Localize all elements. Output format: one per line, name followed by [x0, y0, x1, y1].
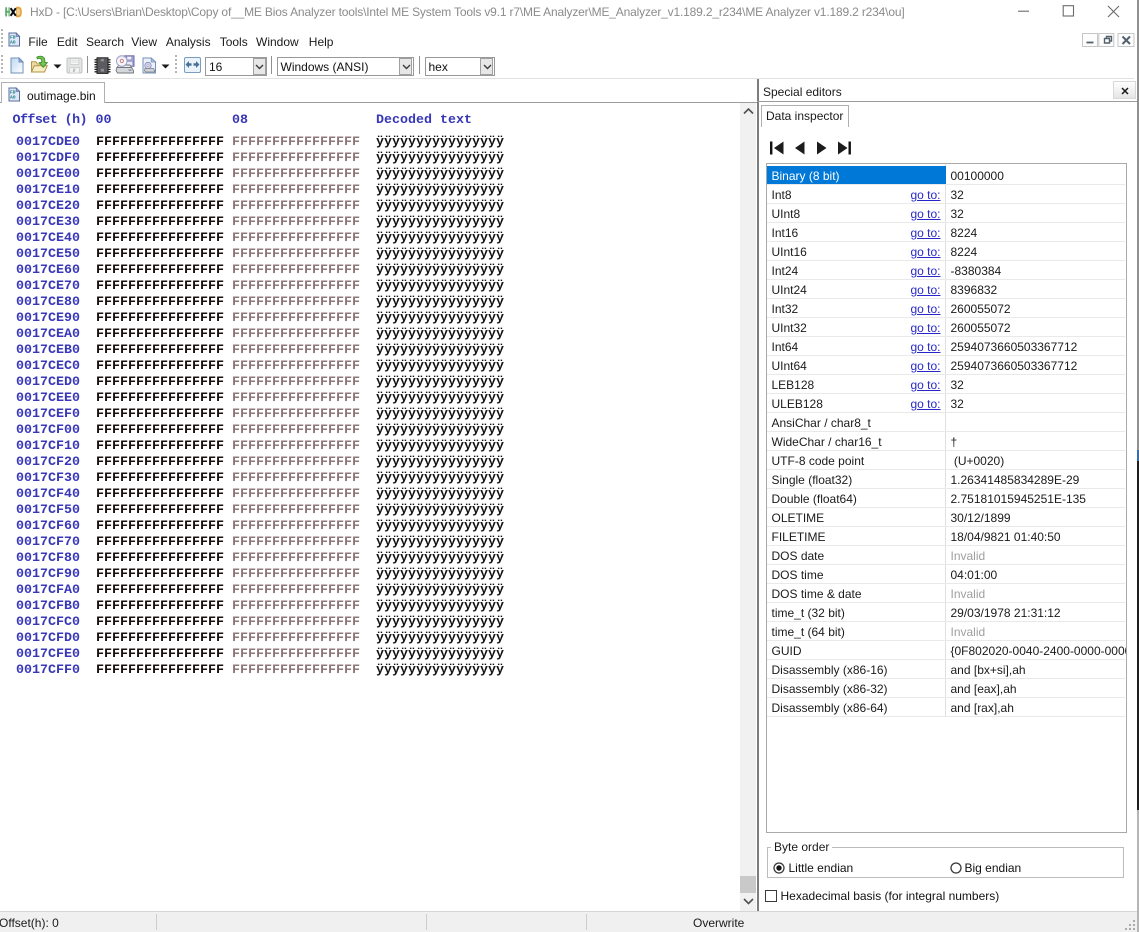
- svg-text:AO: AO: [10, 40, 16, 46]
- svg-text:AO: AO: [10, 94, 16, 100]
